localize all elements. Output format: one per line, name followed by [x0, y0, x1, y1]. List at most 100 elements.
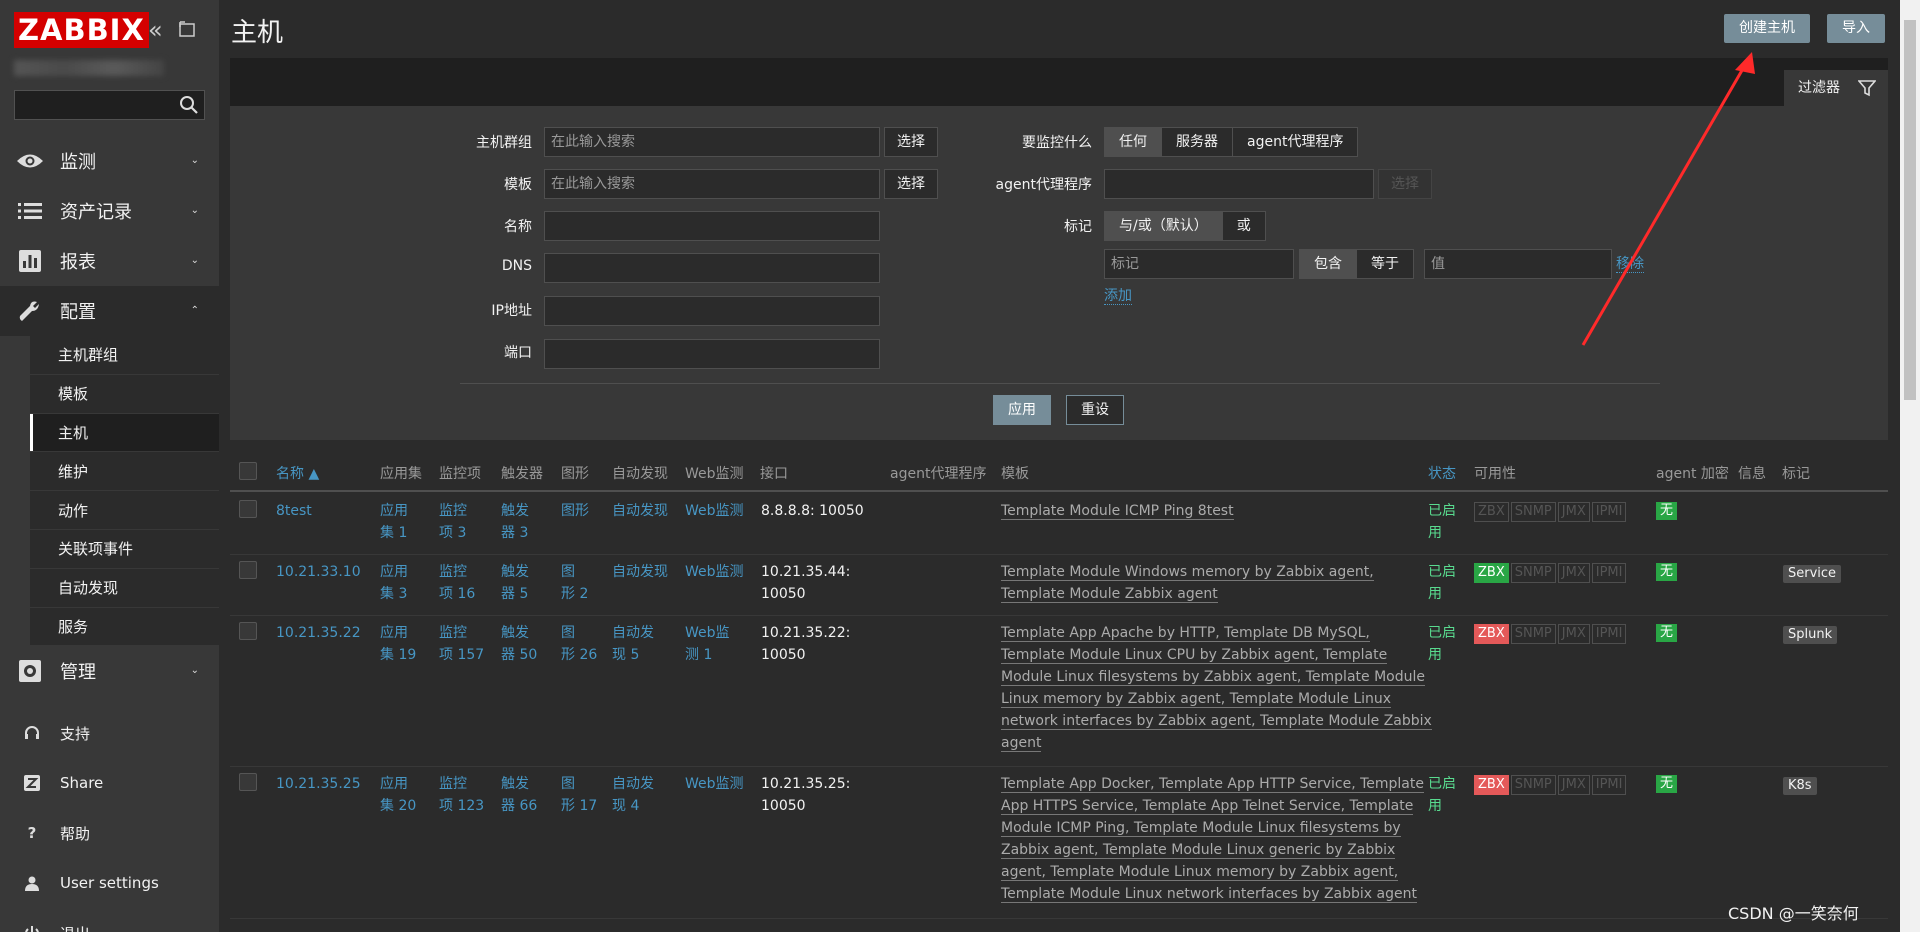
template-link[interactable]: Linux memory by Zabbix agent, Template M… [1001, 691, 1392, 708]
filter-tab[interactable]: 过滤器 [1784, 70, 1888, 106]
graphs-link[interactable]: 图形 2 [561, 561, 588, 605]
status-line[interactable]: 已启 [1428, 564, 1456, 580]
host-groups-select-button[interactable]: 选择 [884, 127, 938, 157]
template-link[interactable]: Module Linux filesystems by Zabbix agent… [1001, 669, 1425, 686]
items-link-line2[interactable]: 项 123 [439, 798, 484, 814]
menu-item-monitoring[interactable]: 监测 ⌄ [0, 136, 219, 186]
web-link-line1[interactable]: Web监测 [685, 503, 744, 519]
menu-item-logout[interactable]: 退出 [0, 908, 219, 932]
template-link[interactable]: agent [1001, 735, 1042, 752]
triggers-link-line1[interactable]: 触发 [501, 503, 529, 519]
web-link[interactable]: Web监测 [685, 773, 744, 795]
web-link-line1[interactable]: Web监测 [685, 776, 744, 792]
submenu-item-host-groups[interactable]: 主机群组 [30, 336, 219, 375]
triggers-link-line1[interactable]: 触发 [501, 776, 529, 792]
zabbix-logo[interactable]: ZABBIX [14, 12, 149, 48]
monitored-by-server[interactable]: 服务器 [1162, 128, 1233, 156]
applications-link[interactable]: 应用集 3 [380, 561, 408, 605]
items-link[interactable]: 监控项 16 [439, 561, 475, 605]
submenu-item-correlation[interactable]: 关联项事件 [30, 529, 219, 569]
discovery-link-line1[interactable]: 自动发 [612, 776, 654, 792]
applications-link[interactable]: 应用集 20 [380, 773, 416, 817]
template-link[interactable]: App HTTPS Service, Template App Telnet S… [1001, 798, 1414, 815]
menu-item-inventory[interactable]: 资产记录 ⌄ [0, 186, 219, 236]
menu-item-reports[interactable]: 报表 ⌄ [0, 236, 219, 286]
graphs-link[interactable]: 图形 26 [561, 622, 597, 666]
web-link[interactable]: Web监测 [685, 561, 744, 583]
apply-button[interactable]: 应用 [993, 395, 1051, 425]
menu-item-configuration[interactable]: 配置 ⌃ [0, 286, 219, 336]
submenu-item-discovery[interactable]: 自动发现 [30, 568, 219, 608]
submenu-item-services[interactable]: 服务 [30, 607, 219, 647]
templates-input[interactable]: 在此输入搜索 [544, 169, 880, 199]
items-link[interactable]: 监控项 157 [439, 622, 484, 666]
remove-tag-link[interactable]: 移除 [1616, 256, 1644, 273]
search-icon[interactable] [179, 95, 199, 115]
discovery-link-line1[interactable]: 自动发 [612, 625, 654, 641]
template-link[interactable]: Template App Docker, Template App HTTP S… [1001, 776, 1424, 793]
tags-op-and-or[interactable]: 与/或（默认） [1105, 212, 1223, 240]
graphs-link-line2[interactable]: 形 2 [561, 586, 588, 602]
host-name-link[interactable]: 10.21.35.22 [276, 622, 361, 644]
graphs-link[interactable]: 图形 [561, 500, 589, 522]
items-link[interactable]: 监控项 3 [439, 500, 467, 544]
name-input[interactable] [544, 211, 880, 241]
monitored-by-proxy[interactable]: agent代理程序 [1233, 128, 1358, 156]
graphs-link-line1[interactable]: 图 [561, 564, 575, 580]
items-link-line2[interactable]: 项 3 [439, 525, 466, 541]
status-line[interactable]: 已启 [1428, 503, 1456, 519]
kiosk-mode-icon[interactable] [178, 20, 196, 38]
row-checkbox[interactable] [239, 500, 257, 518]
tag-value-input[interactable]: 值 [1424, 249, 1612, 279]
page-scrollbar[interactable] [1900, 0, 1920, 932]
discovery-link-line2[interactable]: 现 5 [612, 647, 639, 663]
port-input[interactable] [544, 339, 880, 369]
col-name[interactable]: 名称 ▲ [276, 463, 319, 483]
items-link-line1[interactable]: 监控 [439, 625, 467, 641]
discovery-link[interactable]: 自动发现 [612, 561, 668, 583]
host-name-link[interactable]: 10.21.33.10 [276, 561, 361, 583]
menu-item-administration[interactable]: 管理 ⌄ [0, 646, 219, 696]
host-groups-input[interactable]: 在此输入搜索 [544, 127, 880, 157]
template-link[interactable]: Template Module Linux CPU by Zabbix agen… [1001, 647, 1388, 664]
row-checkbox[interactable] [239, 561, 257, 579]
ip-input[interactable] [544, 296, 880, 326]
tag-name-input[interactable]: 标记 [1104, 249, 1294, 279]
collapse-sidebar-icon[interactable]: « [148, 18, 163, 42]
template-link[interactable]: Template App Apache by HTTP, Template DB… [1001, 625, 1370, 642]
discovery-link-line2[interactable]: 现 4 [612, 798, 639, 814]
items-link-line1[interactable]: 监控 [439, 503, 467, 519]
items-link-line1[interactable]: 监控 [439, 564, 467, 580]
template-link[interactable]: Template Module Windows memory by Zabbix… [1001, 564, 1374, 581]
discovery-link[interactable]: 自动发现 5 [612, 622, 654, 666]
status-line[interactable]: 用 [1428, 586, 1442, 602]
triggers-link[interactable]: 触发器 50 [501, 622, 537, 666]
graphs-link-line2[interactable]: 形 17 [561, 798, 597, 814]
applications-link-line1[interactable]: 应用 [380, 625, 408, 641]
row-checkbox[interactable] [239, 622, 257, 640]
host-name-link[interactable]: 8test [276, 500, 312, 522]
applications-link[interactable]: 应用集 1 [380, 500, 408, 544]
applications-link-line2[interactable]: 集 20 [380, 798, 416, 814]
items-link-line2[interactable]: 项 157 [439, 647, 484, 663]
applications-link[interactable]: 应用集 19 [380, 622, 416, 666]
dns-input[interactable] [544, 253, 880, 283]
tag-op-equals[interactable]: 等于 [1357, 250, 1413, 278]
triggers-link-line2[interactable]: 器 3 [501, 525, 528, 541]
host-name-link[interactable]: 10.21.35.25 [276, 773, 361, 795]
template-link[interactable]: Template Module ICMP Ping 8test [1001, 503, 1234, 520]
triggers-link-line2[interactable]: 器 50 [501, 647, 537, 663]
proxy-select-button[interactable]: 选择 [1378, 169, 1432, 199]
triggers-link[interactable]: 触发器 5 [501, 561, 529, 605]
applications-link-line1[interactable]: 应用 [380, 503, 408, 519]
submenu-item-actions[interactable]: 动作 [30, 491, 219, 530]
sidebar-search-input[interactable] [14, 90, 205, 120]
add-tag-link[interactable]: 添加 [1104, 288, 1132, 305]
tags-op-or[interactable]: 或 [1222, 212, 1265, 240]
triggers-link-line2[interactable]: 器 66 [501, 798, 537, 814]
web-link-line1[interactable]: Web监测 [685, 564, 744, 580]
submenu-item-templates[interactable]: 模板 [30, 374, 219, 414]
graphs-link-line1[interactable]: 图 [561, 776, 575, 792]
scrollbar-thumb[interactable] [1904, 20, 1916, 400]
applications-link-line2[interactable]: 集 3 [380, 586, 407, 602]
